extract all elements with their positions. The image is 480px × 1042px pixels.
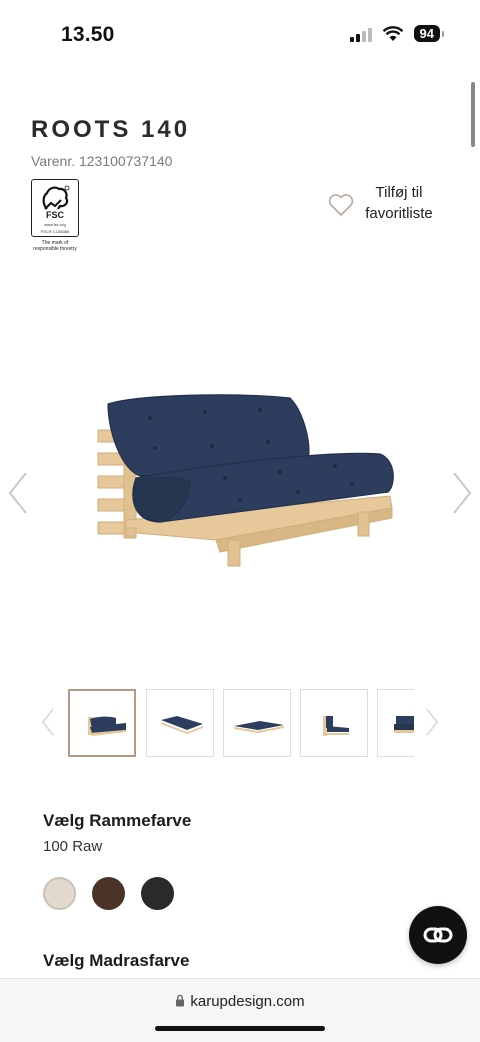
swatch-raw[interactable]	[43, 877, 76, 910]
frame-color-swatches	[43, 877, 174, 910]
fsc-logo: FSC www.fsc.org FSC® C108366 The mark of…	[31, 179, 79, 252]
gallery-next-arrow-icon[interactable]	[450, 470, 474, 516]
status-icons: 94	[349, 25, 445, 42]
home-indicator[interactable]	[155, 1026, 325, 1031]
fsc-caption: The mark of responsible forestry	[31, 240, 79, 252]
favorite-label-line2: favoritliste	[365, 205, 433, 222]
heart-icon	[328, 194, 354, 216]
browser-bottom-bar: karupdesign.com	[0, 978, 480, 1042]
fsc-badge: FSC www.fsc.org FSC® C108366	[31, 179, 79, 237]
page-scrollbar[interactable]	[471, 82, 475, 147]
thumbnail-sofa-image	[88, 716, 126, 736]
thumbnail-2[interactable]	[146, 689, 214, 757]
thumbnail-next-arrow-icon[interactable]	[424, 707, 440, 737]
product-main-image[interactable]	[40, 300, 440, 630]
chat-link-icon	[423, 927, 453, 943]
url-text: karupdesign.com	[190, 993, 305, 1010]
thumbnail-bed-image	[234, 721, 284, 733]
lock-icon	[176, 994, 185, 1007]
thumbnail-1[interactable]	[68, 689, 136, 757]
thumbnail-3[interactable]	[223, 689, 291, 757]
product-sku: Varenr. 123100737140	[31, 153, 173, 169]
thumbnail-carousel	[0, 689, 480, 759]
frame-color-selected: 100 Raw	[43, 838, 103, 855]
fsc-site: www.fsc.org	[44, 222, 66, 227]
cellular-signal-icon	[349, 26, 372, 42]
fsc-word: FSC	[46, 210, 64, 220]
address-bar[interactable]: karupdesign.com	[0, 993, 480, 1010]
product-title: ROOTS 140	[31, 116, 191, 143]
add-to-favorites-button[interactable]: Tilføj til favoritliste	[328, 182, 448, 226]
status-bar: 13.50 94	[0, 0, 480, 70]
thumbnail-strip	[68, 689, 414, 759]
swatch-brown[interactable]	[92, 877, 125, 910]
favorite-label-line1: Tilføj til	[375, 184, 423, 201]
battery-indicator: 94	[413, 25, 445, 42]
wifi-icon	[382, 25, 403, 41]
frame-color-heading: Vælg Rammefarve	[43, 811, 192, 830]
thumbnail-sofa-side-image	[323, 716, 349, 736]
favorite-label: Tilføj til favoritliste	[359, 182, 439, 224]
chat-button[interactable]	[409, 906, 467, 964]
thumbnail-5[interactable]	[377, 689, 414, 757]
mattress-color-heading: Vælg Madrasfarve	[43, 951, 190, 970]
thumbnail-sofa-reclined-image	[161, 716, 203, 734]
thumbnail-prev-arrow-icon[interactable]	[40, 707, 56, 737]
fsc-tree-icon	[42, 185, 70, 210]
swatch-black[interactable]	[141, 877, 174, 910]
thumbnail-sofa-front-image	[394, 716, 414, 733]
status-time: 13.50	[61, 23, 115, 46]
thumbnail-4[interactable]	[300, 689, 368, 757]
gallery-prev-arrow-icon[interactable]	[6, 470, 30, 516]
fsc-code: FSC® C108366	[40, 229, 70, 234]
fsc-caption-line2: responsible forestry	[33, 246, 77, 252]
